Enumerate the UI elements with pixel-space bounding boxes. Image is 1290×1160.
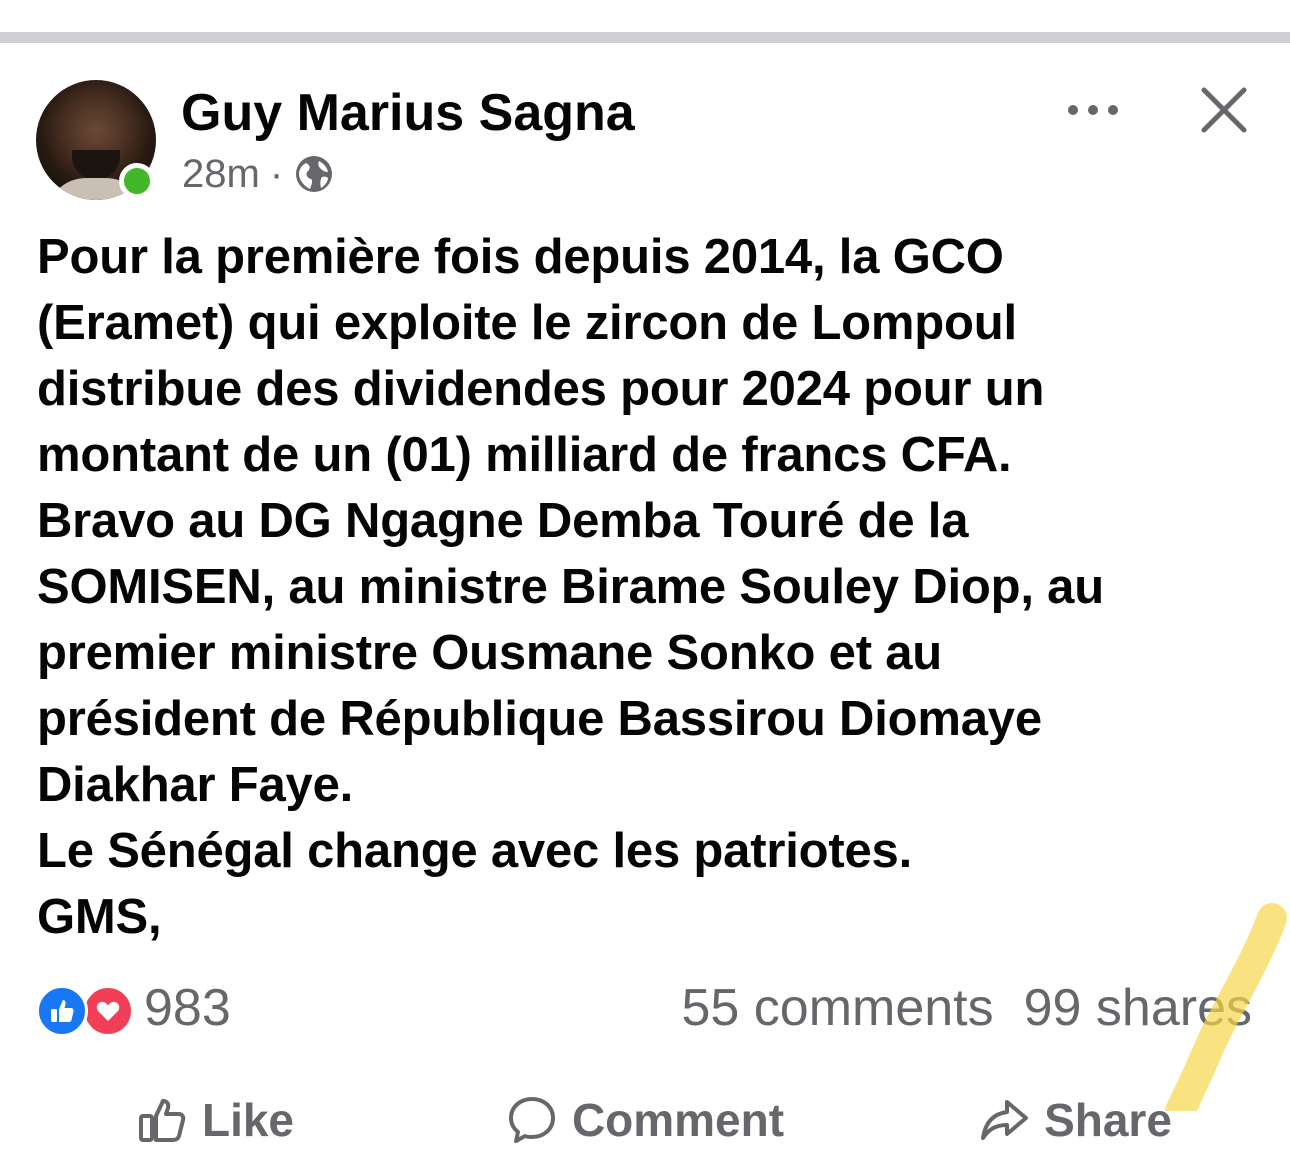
globe-icon	[293, 153, 335, 195]
reaction-count: 983	[144, 979, 231, 1037]
share-label: Share	[1044, 1094, 1172, 1146]
like-icon	[138, 1099, 186, 1142]
shares-count[interactable]: 99 shares	[1024, 978, 1252, 1038]
post-text-line: (Eramet) qui exploite le zircon de Lompo…	[37, 296, 1017, 350]
close-icon[interactable]	[1196, 82, 1252, 138]
more-dot	[1068, 105, 1078, 115]
post-text-line: montant de un (01) milliard de francs CF…	[37, 428, 1012, 482]
post-text-line: Bravo au DG Ngagne Demba Touré de la	[37, 494, 969, 548]
reaction-icons	[36, 983, 134, 1037]
comment-label: Comment	[571, 1094, 785, 1146]
post-text: Pour la première fois depuis 2014, la GC…	[37, 224, 1267, 950]
share-icon	[981, 1100, 1029, 1140]
share-button[interactable]: Share	[860, 1080, 1290, 1160]
more-dot	[1108, 105, 1118, 115]
author-name[interactable]: Guy Marius Sagna	[181, 84, 635, 142]
post-text-line: premier ministre Ousmane Sonko et au	[37, 626, 943, 680]
post-text-line: Diakhar Faye.	[37, 758, 354, 812]
post-text-line: distribue des dividendes pour 2024 pour …	[37, 362, 1045, 416]
comment-icon	[508, 1097, 555, 1143]
comments-count[interactable]: 55 comments	[681, 978, 993, 1038]
post-text-line: Le Sénégal change avec les patriotes.	[37, 824, 912, 878]
post-text-line: GMS,	[37, 890, 162, 944]
more-options-icon[interactable]	[1062, 95, 1124, 125]
top-divider	[0, 32, 1290, 43]
meta-separator: ·	[269, 151, 284, 196]
post-time[interactable]: 28m	[182, 152, 260, 197]
engagement-stats: 55 comments 99 shares	[681, 978, 1252, 1038]
reactions-summary[interactable]: 983	[36, 978, 231, 1038]
like-reaction-icon	[36, 985, 88, 1037]
love-reaction-icon	[82, 985, 134, 1037]
post-action-bar: Like Comment Share	[0, 1080, 1290, 1160]
post-meta: 28m ·	[182, 152, 335, 196]
post-text-line: Pour la première fois depuis 2014, la GC…	[37, 230, 1004, 284]
post-text-line: SOMISEN, au ministre Birame Souley Diop,…	[37, 560, 1104, 614]
like-button[interactable]: Like	[0, 1080, 430, 1160]
online-status-dot	[119, 163, 155, 199]
post-text-line: président de République Bassirou Diomaye	[37, 692, 1042, 746]
comment-button[interactable]: Comment	[430, 1080, 860, 1160]
like-label: Like	[201, 1094, 295, 1146]
avatar-beard	[72, 150, 120, 180]
more-dot	[1088, 105, 1098, 115]
